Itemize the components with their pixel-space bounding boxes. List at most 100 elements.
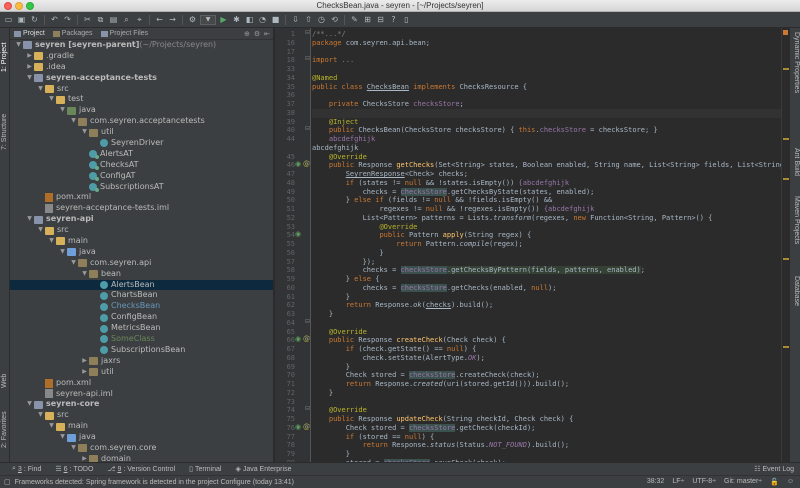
line-number[interactable]: 77 xyxy=(275,433,295,441)
save-icon[interactable]: ▣ xyxy=(16,14,27,25)
tree-node[interactable]: SubscriptionsAT xyxy=(10,182,273,193)
code-line[interactable]: } xyxy=(312,293,350,302)
tree-node[interactable]: ▼ util xyxy=(10,127,273,138)
code-line[interactable]: @Override xyxy=(312,223,417,232)
event-log-button[interactable]: ☷ Event Log xyxy=(754,465,794,474)
coverage-icon[interactable]: ◧ xyxy=(244,14,255,25)
history-icon[interactable]: ◷ xyxy=(316,14,327,25)
collapsed-arrow-icon[interactable]: ▶ xyxy=(25,62,34,73)
expanded-arrow-icon[interactable]: ▼ xyxy=(14,40,23,51)
code-line[interactable]: } xyxy=(312,249,383,258)
tree-node[interactable]: ▶ jaxrs xyxy=(10,356,273,367)
tree-node[interactable]: ▼ src xyxy=(10,410,273,421)
line-number[interactable]: 1 xyxy=(275,30,295,38)
vcs-update-icon[interactable]: ⇩ xyxy=(290,14,301,25)
code-line[interactable]: /**...*/ xyxy=(312,30,346,39)
code-line[interactable]: public ChecksBean(ChecksStore checksStor… xyxy=(312,126,658,135)
implements-method-icon[interactable]: ◉ xyxy=(295,423,301,431)
tool-tab-structure[interactable]: 7: Structure xyxy=(1,114,8,150)
tree-node[interactable]: ▼ java xyxy=(10,105,273,116)
fold-marker-icon[interactable]: ⊟ xyxy=(305,405,310,412)
line-number[interactable]: 37 xyxy=(275,100,295,108)
tool-tab-project[interactable]: 1: Project xyxy=(1,42,8,72)
code-line[interactable]: @Inject xyxy=(312,118,359,127)
hide-panel-icon[interactable]: ⇤ xyxy=(264,30,270,38)
tool-tab-dynamic-properties[interactable]: Dynamic Properties xyxy=(793,32,800,93)
code-line[interactable]: return Pattern.compile(regex); xyxy=(312,240,522,249)
code-line[interactable]: } xyxy=(312,450,350,459)
code-line[interactable]: public Pattern apply(String regex) { xyxy=(312,231,531,240)
undo-icon[interactable]: ↶ xyxy=(49,14,60,25)
code-line[interactable]: check.setState(AlertType.OK); xyxy=(312,354,485,363)
line-number[interactable]: 63 xyxy=(275,310,295,318)
line-number[interactable]: 45 xyxy=(275,153,295,161)
code-line[interactable]: @Override xyxy=(312,328,367,337)
tree-node[interactable]: ▼ bean xyxy=(10,269,273,280)
code-line[interactable]: public Response updateCheck(String check… xyxy=(312,415,573,424)
line-number[interactable]: 49 xyxy=(275,188,295,196)
implements-method-icon[interactable]: ◉ xyxy=(295,230,301,238)
tree-node[interactable]: ChecksBean xyxy=(10,301,273,312)
expanded-arrow-icon[interactable]: ▼ xyxy=(58,432,67,443)
line-number[interactable]: 46 xyxy=(275,161,295,169)
tree-node[interactable]: pom.xml xyxy=(10,192,273,203)
code-line[interactable]: @Override xyxy=(312,406,367,415)
tab-packages[interactable]: Packages xyxy=(52,30,93,37)
tree-node[interactable]: ▼ seyren-core xyxy=(10,399,273,410)
tool-tab-database[interactable]: Database xyxy=(793,276,800,306)
collapsed-arrow-icon[interactable]: ▶ xyxy=(80,356,89,367)
tree-node[interactable]: AlertsBean xyxy=(10,279,273,291)
line-number[interactable]: 78 xyxy=(275,441,295,449)
code-line[interactable]: if (stored == null) { xyxy=(312,433,435,442)
code-line[interactable]: SeyrenResponse<Check> checks; xyxy=(312,170,468,179)
line-number[interactable]: 39 xyxy=(275,118,295,126)
code-line[interactable]: if (states != null && !states.isEmpty())… xyxy=(312,179,569,188)
tree-node[interactable]: ▶ .idea xyxy=(10,62,273,73)
line-number[interactable]: 60 xyxy=(275,284,295,292)
vcs-commit-icon[interactable]: ⇧ xyxy=(303,14,314,25)
tree-node[interactable]: SomeClass xyxy=(10,334,273,345)
debug-icon[interactable]: ✱ xyxy=(231,14,242,25)
status-toggle-icon[interactable]: ▢ xyxy=(4,478,11,486)
structure-icon[interactable]: ⊞ xyxy=(362,14,373,25)
expanded-arrow-icon[interactable]: ▼ xyxy=(80,127,89,138)
code-line[interactable]: return Response.status(Status.NOT_FOUND)… xyxy=(312,441,570,450)
line-number[interactable]: 75 xyxy=(275,415,295,423)
line-separator[interactable]: LF÷ xyxy=(672,478,684,486)
terminal-icon[interactable]: ▯ xyxy=(401,14,412,25)
tree-node[interactable]: ▼ main xyxy=(10,236,273,247)
expanded-arrow-icon[interactable]: ▼ xyxy=(58,247,67,258)
expanded-arrow-icon[interactable]: ▼ xyxy=(80,269,89,280)
code-line[interactable]: public Response createCheck(Check check)… xyxy=(312,336,506,345)
tree-node[interactable]: ▼ test xyxy=(10,94,273,105)
revert-icon[interactable]: ⟲ xyxy=(329,14,340,25)
code-line[interactable]: private ChecksStore checksStore; xyxy=(312,100,464,109)
tool-tab-java-enterprise[interactable]: ◈ Java Enterprise xyxy=(235,465,291,474)
line-number[interactable]: 50 xyxy=(275,196,295,204)
line-number[interactable]: 55 xyxy=(275,240,295,248)
fold-marker-icon[interactable]: ⊟ xyxy=(305,318,310,325)
expanded-arrow-icon[interactable]: ▼ xyxy=(47,94,56,105)
collapsed-arrow-icon[interactable]: ▶ xyxy=(80,367,89,378)
line-number[interactable]: 17 xyxy=(275,48,295,56)
tool-tab-favorites[interactable]: 2: Favorites xyxy=(1,411,8,448)
line-number[interactable]: 33 xyxy=(275,65,295,73)
code-line[interactable]: @Override xyxy=(312,153,367,162)
line-number[interactable]: 56 xyxy=(275,249,295,257)
tree-node[interactable]: ▼ main xyxy=(10,421,273,432)
tree-node[interactable]: ▶ .gradle xyxy=(10,51,273,62)
tree-node[interactable]: ▼ seyren-api xyxy=(10,214,273,225)
collapsed-arrow-icon[interactable]: ▶ xyxy=(25,51,34,62)
line-number[interactable]: 64 xyxy=(275,319,295,327)
tree-node[interactable]: ▼ java xyxy=(10,247,273,258)
fold-marker-icon[interactable]: ⊟ xyxy=(305,423,310,430)
tree-node[interactable]: ConfigAT xyxy=(10,171,273,182)
tool-tab-find[interactable]: ⌕ 3: Find xyxy=(12,465,41,473)
code-line[interactable]: return Response.created(uri(stored.getId… xyxy=(312,380,569,389)
sdk-icon[interactable]: ⊟ xyxy=(375,14,386,25)
code-line[interactable]: Check stored = checksStore.getCheck(chec… xyxy=(312,423,535,433)
scroll-from-source-icon[interactable]: ⊕ xyxy=(244,30,250,38)
code-line[interactable]: abcdefghijk xyxy=(312,144,358,153)
code-line[interactable]: checks = checksStore.getChecks(enabled, … xyxy=(312,283,556,293)
line-number[interactable]: 66 xyxy=(275,336,295,344)
